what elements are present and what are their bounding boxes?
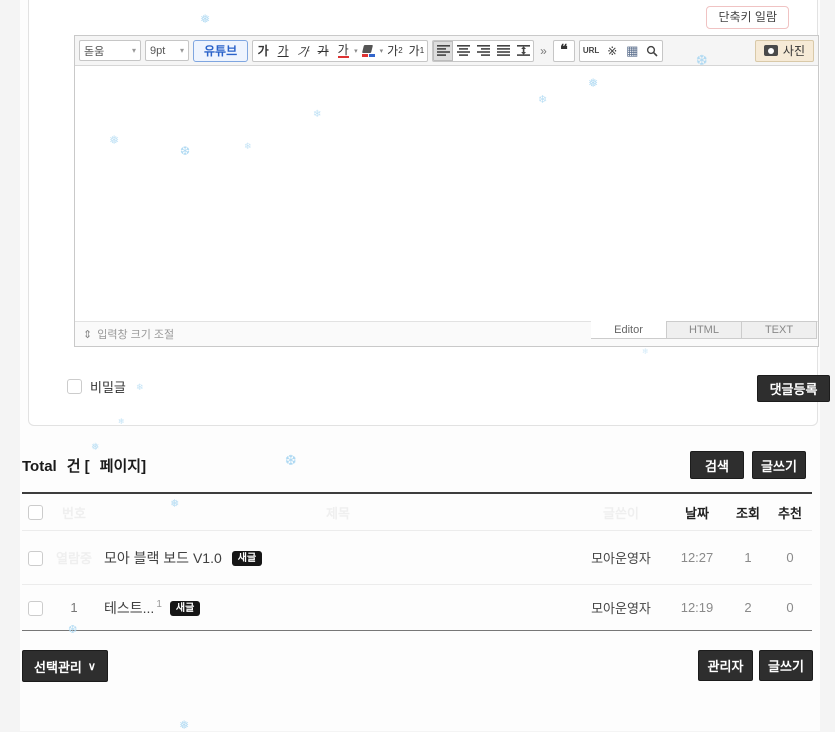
subscript-button[interactable]: 가1: [406, 41, 428, 61]
secret-checkbox[interactable]: [67, 379, 82, 394]
insert-group: URL ※ ▦: [579, 40, 663, 62]
superscript-button[interactable]: 가2: [384, 41, 406, 61]
new-post-badge: 새글: [170, 601, 200, 616]
row-checkbox[interactable]: [28, 551, 43, 566]
table-row: 1 테스트...1새글 모아운영자 12:19 2 0: [22, 585, 812, 631]
new-post-badge: 새글: [232, 551, 262, 566]
align-justify-icon: [497, 45, 510, 56]
tab-editor[interactable]: Editor: [591, 321, 667, 339]
highlight-color-button[interactable]: [359, 41, 379, 61]
comment-count: 1: [156, 599, 162, 610]
font-size-value: 9pt: [150, 45, 165, 57]
post-list-table: 번호 제목 글쓴이 날짜 조회 추천 열람중 모아 블랙 보드 V1.0 새글 모…: [22, 492, 812, 631]
row-writer: 모아운영자: [576, 548, 666, 567]
align-group: [432, 40, 534, 62]
editor-content[interactable]: [75, 66, 818, 321]
align-center-icon: [457, 45, 470, 56]
secret-comment-option: 비밀글: [67, 377, 126, 396]
quote-group: ❝: [553, 40, 575, 62]
photo-upload-button[interactable]: 사진: [755, 40, 814, 62]
row-date: 12:19: [666, 600, 728, 615]
table-header-row: 번호 제목 글쓴이 날짜 조회 추천: [22, 492, 812, 531]
special-char-button[interactable]: ※: [602, 41, 622, 61]
select-manage-button[interactable]: 선택관리 ∨: [22, 650, 108, 682]
blockquote-button[interactable]: ❝: [554, 41, 574, 61]
align-justify-button[interactable]: [493, 41, 513, 61]
search-button[interactable]: 검색: [690, 451, 744, 479]
align-right-button[interactable]: [473, 41, 493, 61]
header-date: 날짜: [666, 503, 728, 522]
line-height-button[interactable]: [513, 41, 533, 61]
editor-resize-bar: ⇕ 입력창 크기 조절 Editor HTML TEXT: [75, 321, 818, 346]
row-number: 1: [48, 600, 100, 615]
tab-html[interactable]: HTML: [666, 321, 742, 339]
total-prefix: Total: [22, 458, 57, 475]
italic-button[interactable]: 가: [292, 41, 315, 61]
insert-table-button[interactable]: ▦: [622, 41, 642, 61]
page-background: 단축키 일람 돋움 ▾ 9pt ▾ 유튜브 가 가 가 가 가 ▾: [0, 0, 835, 731]
resize-handle-icon[interactable]: ⇕: [83, 328, 92, 341]
chevron-down-icon: ∨: [88, 660, 96, 673]
resize-label: 입력창 크기 조절: [97, 326, 174, 342]
align-right-icon: [477, 45, 490, 56]
magnifier-icon: [646, 45, 658, 57]
underline-button[interactable]: 가: [273, 41, 293, 61]
total-count-unit: 건 [: [67, 458, 90, 475]
row-date: 12:27: [666, 550, 728, 565]
toolbar-more-button[interactable]: »: [538, 44, 549, 58]
select-all-checkbox[interactable]: [28, 505, 43, 520]
align-center-button[interactable]: [453, 41, 473, 61]
font-size-select[interactable]: 9pt ▾: [145, 40, 189, 61]
align-left-button[interactable]: [433, 41, 453, 61]
row-views: 2: [728, 600, 768, 615]
tab-text[interactable]: TEXT: [741, 321, 817, 339]
secret-label: 비밀글: [90, 377, 126, 396]
post-title-link[interactable]: 테스트...: [104, 600, 154, 616]
header-number: 번호: [48, 503, 100, 522]
comment-form-box: 단축키 일람 돋움 ▾ 9pt ▾ 유튜브 가 가 가 가 가 ▾: [28, 0, 818, 426]
row-writer: 모아운영자: [576, 598, 666, 617]
table-row: 열람중 모아 블랙 보드 V1.0 새글 모아운영자 12:27 1 0: [22, 531, 812, 585]
bold-button[interactable]: 가: [253, 41, 273, 61]
insert-link-button[interactable]: URL: [580, 41, 602, 61]
comment-submit-button[interactable]: 댓글등록: [757, 375, 830, 402]
row-views: 1: [728, 550, 768, 565]
font-color-button[interactable]: 가: [338, 44, 349, 58]
youtube-embed-button[interactable]: 유튜브: [193, 40, 248, 62]
post-title-link[interactable]: 모아 블랙 보드 V1.0: [104, 550, 222, 566]
header-title: 제목: [100, 503, 576, 522]
header-views: 조회: [728, 503, 768, 522]
font-family-value: 돋움: [84, 43, 104, 59]
font-family-select[interactable]: 돋움 ▾: [79, 40, 141, 61]
highlighter-icon: [362, 45, 375, 57]
total-page-suffix: 페이지]: [100, 458, 146, 475]
strikethrough-button[interactable]: 가: [313, 41, 333, 61]
admin-button[interactable]: 관리자: [698, 650, 753, 681]
editor-toolbar: 돋움 ▾ 9pt ▾ 유튜브 가 가 가 가 가 ▾: [75, 36, 818, 66]
header-writer: 글쓴이: [576, 503, 666, 522]
write-button-top[interactable]: 글쓰기: [752, 451, 806, 479]
align-left-icon: [437, 45, 450, 56]
row-number: 열람중: [48, 548, 100, 567]
chevron-down-icon: ▾: [180, 46, 184, 55]
row-likes: 0: [768, 600, 812, 615]
board-total-line: Total 건 [ 페이지]: [22, 455, 156, 476]
row-likes: 0: [768, 550, 812, 565]
chevron-down-icon: ▾: [132, 46, 136, 55]
search-zoom-button[interactable]: [642, 41, 662, 61]
line-height-icon: [517, 45, 530, 56]
editor-mode-tabs: Editor HTML TEXT: [592, 321, 817, 339]
camera-icon: [764, 45, 778, 56]
photo-label: 사진: [783, 42, 805, 59]
rich-text-editor: 돋움 ▾ 9pt ▾ 유튜브 가 가 가 가 가 ▾: [74, 35, 819, 347]
shortcut-list-button[interactable]: 단축키 일람: [706, 6, 789, 29]
text-format-group: 가 가 가 가 가 ▾ ▾ 가2 가1: [252, 40, 428, 62]
header-likes: 추천: [768, 503, 812, 522]
write-button-bottom[interactable]: 글쓰기: [759, 650, 813, 681]
row-checkbox[interactable]: [28, 601, 43, 616]
